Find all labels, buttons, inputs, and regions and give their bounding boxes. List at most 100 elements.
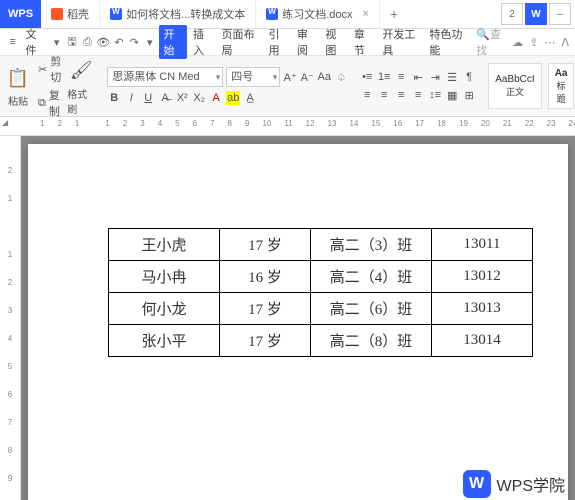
multilevel-icon[interactable]: ≡ <box>394 70 408 84</box>
page[interactable]: 王小虎17 岁高二（3）班13011马小冉16 岁高二（4）班13012何小龙1… <box>28 144 568 500</box>
horizontal-ruler[interactable]: ◢ 12112345678910111213141516171819202122… <box>0 117 575 136</box>
table-row[interactable]: 王小虎17 岁高二（3）班13011 <box>109 229 533 261</box>
close-icon[interactable]: × <box>363 8 369 20</box>
para-mark-icon[interactable]: ¶ <box>462 70 476 84</box>
minimize-icon[interactable]: – <box>549 3 571 25</box>
style-heading[interactable]: Aa标题 <box>548 63 575 109</box>
bullets-icon[interactable]: •≡ <box>360 70 374 84</box>
copy-button[interactable]: ⧉复制 <box>38 87 61 119</box>
shading-icon[interactable]: ▦ <box>445 88 459 102</box>
tab-review[interactable]: 审阅 <box>293 26 319 58</box>
paste-button[interactable]: 📋粘贴 <box>4 64 32 108</box>
tab-daike[interactable]: 稻壳 <box>41 0 100 28</box>
more-icon[interactable]: ⋯ <box>544 36 555 49</box>
strike-icon[interactable]: A̶ <box>158 91 172 105</box>
style-normal[interactable]: AaBbCcI正文 <box>488 63 541 109</box>
tab-layout[interactable]: 页面布局 <box>217 26 262 58</box>
table-row[interactable]: 何小龙17 岁高二（6）班13013 <box>109 293 533 325</box>
dropdown-icon[interactable]: ▾ <box>143 34 156 50</box>
indent-inc-icon[interactable]: ⇥ <box>428 70 442 84</box>
table-cell[interactable]: 16 岁 <box>220 261 311 293</box>
align-justify-icon[interactable]: ≡ <box>411 88 425 102</box>
sort-icon[interactable]: ☰ <box>445 70 459 84</box>
tab-home[interactable]: 开始 <box>159 25 187 59</box>
data-table[interactable]: 王小虎17 岁高二（3）班13011马小冉16 岁高二（4）班13012何小龙1… <box>108 228 533 357</box>
font-color-icon[interactable]: A <box>209 91 223 105</box>
vertical-ruler[interactable]: 2112345678910111213 <box>0 136 21 500</box>
save-icon[interactable]: 🖫 <box>65 34 78 50</box>
print-icon[interactable]: ⎙ <box>81 34 94 50</box>
wps-app-icon[interactable]: W <box>525 3 547 25</box>
tab-insert[interactable]: 插入 <box>189 26 215 58</box>
wps-logo[interactable]: WPS <box>0 0 41 28</box>
ruler-mark: 16 <box>393 119 402 128</box>
table-cell[interactable]: 张小平 <box>109 325 220 357</box>
tab-howto[interactable]: 如何将文档...转换成文本 <box>100 0 256 28</box>
ruler-mark: 9 <box>245 119 249 128</box>
font-size-select[interactable]: 四号 <box>226 67 280 87</box>
table-cell[interactable]: 王小虎 <box>109 229 220 261</box>
subscript-icon[interactable]: X₂ <box>192 91 206 105</box>
tab-section[interactable]: 章节 <box>350 26 376 58</box>
table-cell[interactable]: 高二（6）班 <box>311 293 432 325</box>
redo-icon[interactable]: ↷ <box>128 34 141 50</box>
tab-practice-doc[interactable]: 练习文档.docx× <box>256 0 380 28</box>
tab-selector-icon[interactable]: ◢ <box>2 118 8 127</box>
collapse-icon[interactable]: ᐱ <box>561 36 569 49</box>
bold-icon[interactable]: B <box>107 91 121 105</box>
tab-feature[interactable]: 特色功能 <box>425 26 470 58</box>
ruler-mark: 18 <box>437 119 446 128</box>
table-cell[interactable]: 马小冉 <box>109 261 220 293</box>
align-left-icon[interactable]: ≡ <box>360 88 374 102</box>
numbering-icon[interactable]: 1≡ <box>377 70 391 84</box>
table-row[interactable]: 张小平17 岁高二（8）班13014 <box>109 325 533 357</box>
table-cell[interactable]: 17 岁 <box>220 293 311 325</box>
tab-reference[interactable]: 引用 <box>264 26 290 58</box>
table-cell[interactable]: 何小龙 <box>109 293 220 325</box>
table-cell[interactable]: 17 岁 <box>220 229 311 261</box>
table-cell[interactable]: 13013 <box>432 293 533 325</box>
align-right-icon[interactable]: ≡ <box>394 88 408 102</box>
badge-count[interactable]: 2 <box>501 3 523 25</box>
font-name-select[interactable]: 思源黑体 CN Med <box>107 67 223 87</box>
borders-icon[interactable]: ⊞ <box>462 88 476 102</box>
superscript-icon[interactable]: X² <box>175 91 189 105</box>
undo-icon[interactable]: ↶ <box>112 34 125 50</box>
tab-label: 稻壳 <box>67 6 89 22</box>
table-row[interactable]: 马小冉16 岁高二（4）班13012 <box>109 261 533 293</box>
grow-font-icon[interactable]: A⁺ <box>283 70 297 84</box>
align-center-icon[interactable]: ≡ <box>377 88 391 102</box>
table-cell[interactable]: 高二（8）班 <box>311 325 432 357</box>
search-box[interactable]: 🔍查找 <box>472 26 510 58</box>
ruler-mark: 17 <box>415 119 424 128</box>
highlight-icon[interactable]: ab <box>226 91 240 105</box>
table-cell[interactable]: 17 岁 <box>220 325 311 357</box>
tab-view[interactable]: 视图 <box>321 26 347 58</box>
table-cell[interactable]: 高二（4）班 <box>311 261 432 293</box>
table-cell[interactable]: 13011 <box>432 229 533 261</box>
cloud-icon[interactable]: ☁ <box>512 36 523 49</box>
italic-icon[interactable]: I <box>124 91 138 105</box>
indent-dec-icon[interactable]: ⇤ <box>411 70 425 84</box>
share-icon[interactable]: ⇪ <box>529 36 538 49</box>
chevron-down-icon[interactable]: ▾ <box>50 34 63 50</box>
char-border-icon[interactable]: A̲ <box>243 91 257 105</box>
cut-button[interactable]: ✂剪切 <box>38 53 61 85</box>
underline-icon[interactable]: U <box>141 91 155 105</box>
ruler-mark: 4 <box>158 119 162 128</box>
tab-dev[interactable]: 开发工具 <box>378 26 423 58</box>
ruler-mark: 8 <box>228 119 232 128</box>
change-case-icon[interactable]: Aa <box>317 70 331 84</box>
preview-icon[interactable]: 👁 <box>96 34 110 50</box>
table-cell[interactable]: 13012 <box>432 261 533 293</box>
clear-fmt-icon[interactable]: ♤ <box>334 70 348 84</box>
ruler-mark <box>0 220 20 248</box>
new-tab-button[interactable]: + <box>380 6 408 22</box>
line-spacing-icon[interactable]: ↕≡ <box>428 88 442 102</box>
ruler-mark: 7 <box>210 119 214 128</box>
format-painter-button[interactable]: 🖌格式刷 <box>67 57 95 116</box>
table-cell[interactable]: 高二（3）班 <box>311 229 432 261</box>
shrink-font-icon[interactable]: A⁻ <box>300 70 314 84</box>
menu-icon[interactable]: ≡ <box>6 34 19 50</box>
table-cell[interactable]: 13014 <box>432 325 533 357</box>
